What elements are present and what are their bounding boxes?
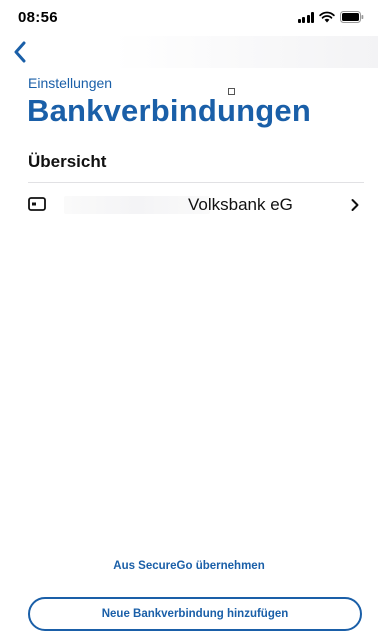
chevron-left-icon <box>14 41 26 63</box>
section-title: Übersicht <box>28 152 107 171</box>
nav-bar <box>0 36 378 68</box>
marker-square-icon <box>228 88 235 95</box>
add-bank-connection-label: Neue Bankverbindung hinzufügen <box>101 608 289 620</box>
chevron-right-icon <box>351 199 359 211</box>
bank-connection-row[interactable]: Volksbank eG <box>28 188 364 222</box>
bank-name: Volksbank eG <box>188 195 293 214</box>
wifi-icon <box>319 11 335 23</box>
back-button[interactable] <box>6 38 34 66</box>
status-time: 08:56 <box>18 9 58 26</box>
import-from-securego-link[interactable]: Aus SecureGo übernehmen <box>0 560 378 572</box>
breadcrumb[interactable]: Einstellungen <box>28 75 112 91</box>
signal-icon <box>297 12 314 23</box>
add-bank-connection-button[interactable]: Neue Bankverbindung hinzufügen <box>28 597 362 631</box>
section-divider <box>28 182 364 183</box>
battery-icon <box>340 11 364 23</box>
status-bar: 08:56 <box>0 0 378 36</box>
status-icons <box>297 11 365 23</box>
page-title: Bankverbindungen <box>27 93 311 128</box>
card-icon <box>28 197 46 211</box>
